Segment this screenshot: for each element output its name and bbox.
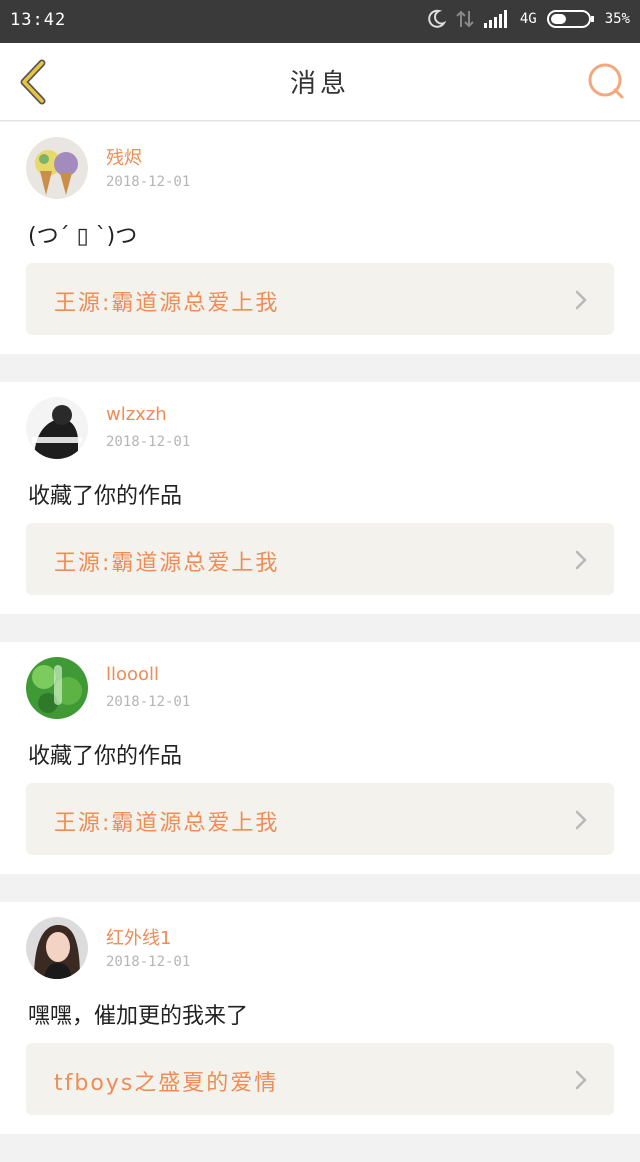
chevron-right-icon <box>575 290 587 310</box>
network-type: 4G <box>519 11 537 27</box>
chevron-right-icon <box>575 810 587 830</box>
work-link[interactable]: tfboys之盛夏的爱情 <box>26 1043 614 1115</box>
avatar[interactable] <box>26 917 88 979</box>
avatar[interactable] <box>26 397 88 459</box>
signal-icon <box>483 10 510 28</box>
message-text: 收藏了你的作品 <box>28 744 183 769</box>
work-title: 王源:霸道源总爱上我 <box>54 291 280 316</box>
search-button[interactable] <box>586 61 626 101</box>
username[interactable]: 残烬 <box>106 144 142 170</box>
message-text: 收藏了你的作品 <box>28 484 183 509</box>
work-title: 王源:霸道源总爱上我 <box>54 811 280 836</box>
status-time: 13:42 <box>10 10 67 30</box>
avatar[interactable] <box>26 657 88 719</box>
message-date: 2018-12-01 <box>106 174 191 190</box>
message-date: 2018-12-01 <box>106 694 191 710</box>
message-card: lloooll 2018-12-01 收藏了你的作品 王源:霸道源总爱上我 <box>0 642 640 874</box>
username[interactable]: 红外线1 <box>106 924 171 950</box>
battery-icon <box>546 9 595 29</box>
message-list: 残烬 2018-12-01 (つ´ ▯ `)つ 王源:霸道源总爱上我 wlzxz… <box>0 122 640 1162</box>
avatar[interactable] <box>26 137 88 199</box>
work-title: 王源:霸道源总爱上我 <box>54 551 280 576</box>
message-card: 残烬 2018-12-01 (つ´ ▯ `)つ 王源:霸道源总爱上我 <box>0 122 640 354</box>
message-card: wlzxzh 2018-12-01 收藏了你的作品 王源:霸道源总爱上我 <box>0 382 640 614</box>
data-transfer-icon <box>456 9 474 29</box>
work-link[interactable]: 王源:霸道源总爱上我 <box>26 783 614 855</box>
username[interactable]: wlzxzh <box>106 404 167 425</box>
page-title: 消息 <box>289 69 350 99</box>
work-link[interactable]: 王源:霸道源总爱上我 <box>26 523 614 595</box>
username[interactable]: lloooll <box>106 664 159 685</box>
status-bar: 13:42 4G 35% <box>0 0 640 43</box>
chevron-right-icon <box>575 550 587 570</box>
message-card: 红外线1 2018-12-01 嘿嘿，催加更的我来了 tfboys之盛夏的爱情 <box>0 902 640 1134</box>
message-text: 嘿嘿，催加更的我来了 <box>28 1004 249 1029</box>
work-link[interactable]: 王源:霸道源总爱上我 <box>26 263 614 335</box>
chevron-right-icon <box>575 1070 587 1090</box>
header-bar: 消息 <box>0 43 640 121</box>
message-date: 2018-12-01 <box>106 954 191 970</box>
work-title: tfboys之盛夏的爱情 <box>54 1071 279 1096</box>
battery-level: 35% <box>604 11 630 27</box>
message-text: (つ´ ▯ `)つ <box>28 224 138 249</box>
message-date: 2018-12-01 <box>106 434 191 450</box>
moon-icon <box>426 9 446 29</box>
search-icon <box>588 63 624 99</box>
